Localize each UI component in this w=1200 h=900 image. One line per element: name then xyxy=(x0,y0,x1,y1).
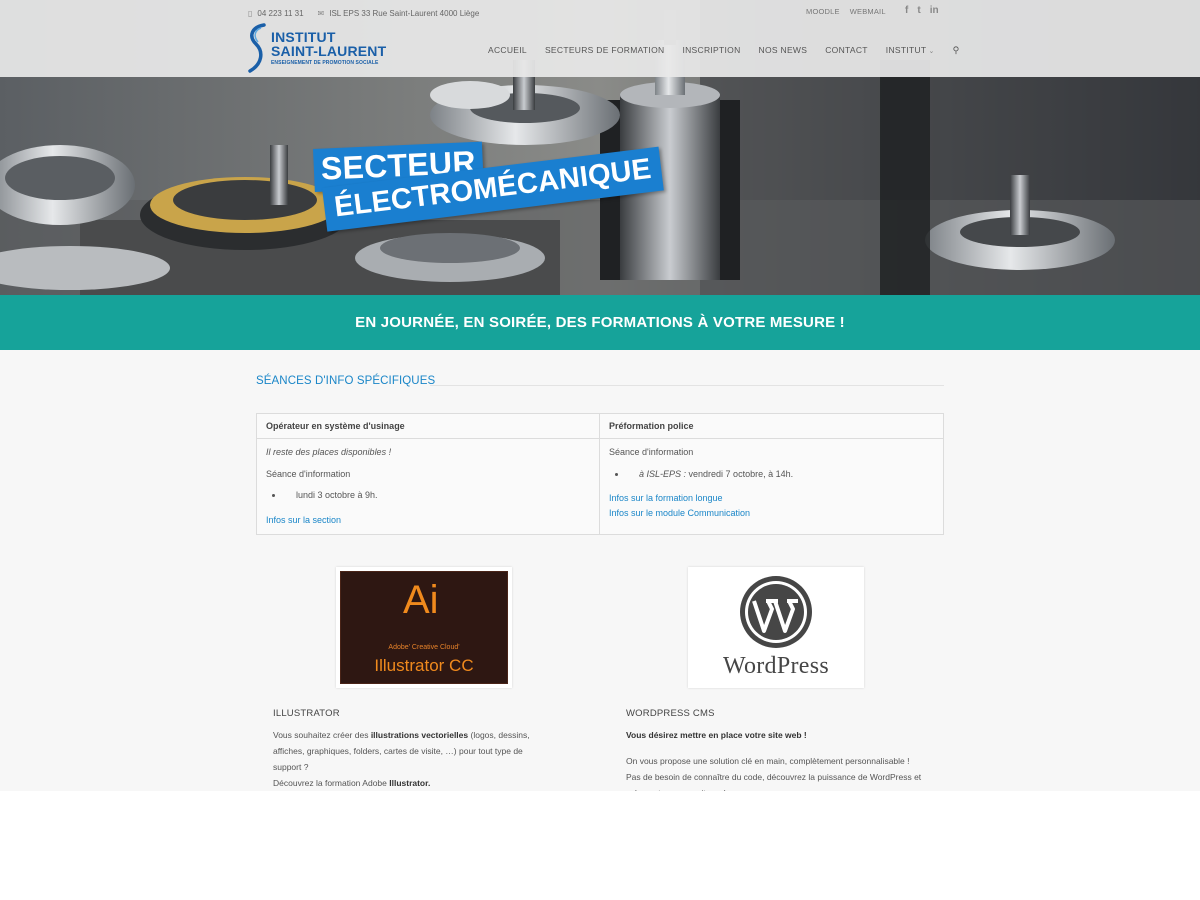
section-divider xyxy=(430,385,944,386)
social-links: f t in xyxy=(905,5,939,16)
site-header: ▯ 04 223 11 31 ✉ ISL EPS 33 Rue Saint-La… xyxy=(0,0,1200,77)
section-info-link[interactable]: Infos sur la section xyxy=(266,515,590,527)
session-column-police: Préformation police Séance d'information… xyxy=(600,414,943,534)
text-part: On vous propose une solution clé en main… xyxy=(626,756,922,791)
mail-icon: ✉ xyxy=(317,8,325,18)
illustrator-description: Vous souhaitez créer des illustrations v… xyxy=(273,727,553,791)
facebook-icon[interactable]: f xyxy=(905,5,908,16)
session-column-usinage: Opérateur en système d'usinage Il reste … xyxy=(257,414,600,534)
nav-item-secteurs[interactable]: SECTEURS DE FORMATION xyxy=(545,45,664,56)
search-icon[interactable]: ⚲ xyxy=(953,45,960,56)
contact-bar: ▯ 04 223 11 31 ✉ ISL EPS 33 Rue Saint-La… xyxy=(248,6,479,20)
wordpress-description: Vous désirez mettre en place votre site … xyxy=(626,727,926,791)
logo-line2: SAINT-LAURENT xyxy=(271,43,387,59)
site-logo[interactable]: INSTITUT SAINT-LAURENT ENSEIGNEMENT DE P… xyxy=(246,22,391,74)
wordpress-wordmark: WordPress xyxy=(722,653,830,679)
nav-item-inscription[interactable]: INSCRIPTION xyxy=(682,45,740,56)
phone-icon: ▯ xyxy=(248,8,253,18)
logo-line3: ENSEIGNEMENT DE PROMOTION SOCIALE xyxy=(271,60,379,66)
communication-module-link[interactable]: Infos sur le module Communication xyxy=(609,508,934,520)
session-place: à ISL-EPS : xyxy=(639,468,687,479)
section-title: SÉANCES D'INFO SPÉCIFIQUES xyxy=(256,375,436,387)
moodle-link[interactable]: MOODLE xyxy=(806,7,840,16)
linkedin-icon[interactable]: in xyxy=(930,5,939,16)
nav-item-contact[interactable]: CONTACT xyxy=(825,45,868,56)
chevron-down-icon: ⌄ xyxy=(928,48,935,55)
illustrator-image[interactable]: Ai Adobe' Creative Cloud' Illustrator CC xyxy=(336,567,512,688)
tagline-band: EN JOURNÉE, EN SOIRÉE, DES FORMATIONS À … xyxy=(0,295,1200,350)
text-part: Vous souhaitez créer des xyxy=(273,730,371,740)
nav-item-institut[interactable]: INSTITUT ⌄ xyxy=(886,45,935,56)
column-header: Opérateur en système d'usinage xyxy=(257,414,599,439)
twitter-icon[interactable]: t xyxy=(917,5,920,16)
text-part: Découvrez la formation Adobe xyxy=(273,778,390,788)
availability-note: Il reste des places disponibles ! xyxy=(266,447,392,457)
text-bold: Vous désirez mettre en place votre site … xyxy=(626,730,807,740)
session-date: lundi 3 octobre à 9h. xyxy=(284,490,590,502)
webmail-link[interactable]: WEBMAIL xyxy=(850,7,886,16)
address-text: ISL EPS 33 Rue Saint-Laurent 4000 Liège xyxy=(329,8,480,18)
nav-item-accueil[interactable]: ACCUEIL xyxy=(488,45,527,56)
tagline-text: EN JOURNÉE, EN SOIRÉE, DES FORMATIONS À … xyxy=(355,314,845,331)
ai-logo-sub: Adobe' Creative Cloud' xyxy=(388,644,460,651)
text-bold: Illustrator. xyxy=(389,778,431,788)
top-links: MOODLE WEBMAIL xyxy=(806,7,896,16)
long-training-link[interactable]: Infos sur la formation longue xyxy=(609,493,934,505)
text-bold: illustrations vectorielles xyxy=(370,730,469,740)
session-date-text: vendredi 7 octobre, à 14h. xyxy=(686,468,794,479)
info-sessions-table: Opérateur en système d'usinage Il reste … xyxy=(256,413,944,535)
session-subtitle: Séance d'information xyxy=(266,468,351,479)
main-nav: ACCUEIL SECTEURS DE FORMATION INSCRIPTIO… xyxy=(488,45,960,56)
logo-s-icon xyxy=(248,23,266,73)
nav-item-institut-label: INSTITUT xyxy=(885,45,927,55)
nav-item-news[interactable]: NOS NEWS xyxy=(759,45,808,56)
session-subtitle: Séance d'information xyxy=(609,447,694,457)
session-date: à ISL-EPS : vendredi 7 octobre, à 14h. xyxy=(627,469,934,481)
ai-logo-text: Ai xyxy=(403,578,439,622)
phone-number[interactable]: 04 223 11 31 xyxy=(257,9,303,18)
illustrator-logo: Ai Adobe' Creative Cloud' Illustrator CC xyxy=(340,571,508,684)
ai-logo-name: Illustrator CC xyxy=(374,656,474,675)
wordpress-logo-icon xyxy=(740,576,812,648)
wordpress-image[interactable]: WordPress xyxy=(688,567,864,688)
main-content: SÉANCES D'INFO SPÉCIFIQUES Opérateur en … xyxy=(0,350,1200,791)
column-header: Préformation police xyxy=(600,414,943,439)
illustrator-title[interactable]: ILLUSTRATOR xyxy=(273,708,340,719)
wordpress-title[interactable]: WORDPRESS CMS xyxy=(626,708,715,719)
